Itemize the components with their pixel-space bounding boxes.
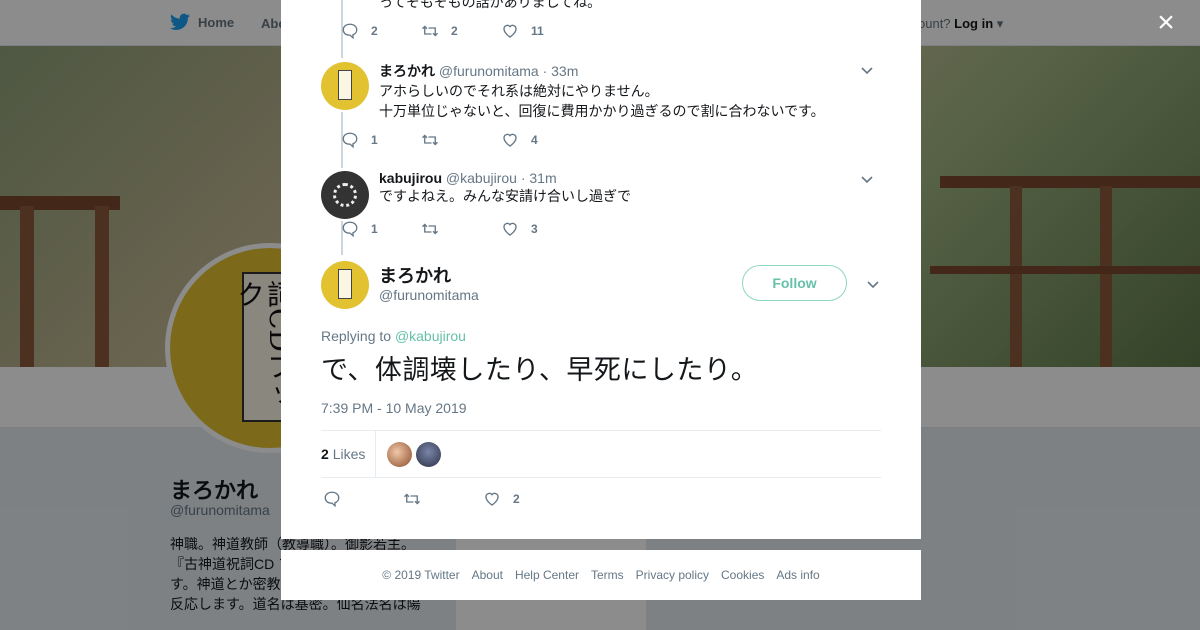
replying-to-handle[interactable]: @kabujirou: [395, 328, 466, 344]
close-icon[interactable]: ×: [1154, 8, 1178, 38]
tweet-text-line: アホらしいのでそれ系は絶対にやりません。: [379, 83, 659, 99]
reply-count: 2: [371, 24, 378, 38]
retweet-icon: [422, 25, 438, 37]
avatar[interactable]: [321, 62, 369, 110]
like-count: 2: [513, 492, 520, 506]
retweet-icon: [422, 134, 438, 146]
reply-button[interactable]: [323, 490, 403, 508]
like-count: 11: [531, 24, 544, 38]
reply-tweet[interactable]: kabujirou @kabujirou · 31m ですよねえ。みんな安請け合…: [321, 170, 881, 220]
retweet-count: 2: [451, 24, 458, 38]
chevron-down-icon[interactable]: [867, 278, 879, 290]
tweet-text-line: 十万単位じゃないと、回復に費用かかり過ぎるので割に合わないです。: [379, 103, 825, 119]
likes-stat-count: 2: [321, 446, 329, 462]
reply-button[interactable]: 1: [341, 220, 421, 238]
heart-icon: [503, 222, 517, 236]
divider: [375, 431, 376, 477]
retweet-button[interactable]: [421, 131, 501, 149]
tweet-actions: 1 4: [341, 131, 581, 149]
footer-link-privacy[interactable]: Privacy policy: [636, 568, 709, 582]
chevron-down-icon[interactable]: [861, 173, 873, 185]
reply-button[interactable]: 2: [341, 22, 421, 40]
retweet-button[interactable]: [421, 220, 501, 238]
reply-button[interactable]: 1: [341, 131, 421, 149]
tweet-timestamp[interactable]: 7:39 PM - 10 May 2019: [321, 400, 467, 416]
tweet-author-handle[interactable]: @furunomitama: [439, 63, 539, 79]
likes-stat-label: Likes: [332, 446, 366, 462]
reply-icon: [342, 23, 358, 40]
liker-avatar[interactable]: [387, 442, 412, 467]
tweet-author-name[interactable]: まろかれ: [379, 262, 451, 288]
main-tweet-text: で、体調壊したり、早死にしたり。: [321, 355, 759, 385]
like-count: 3: [531, 222, 538, 236]
footer: © 2019 Twitter About Help Center Terms P…: [281, 550, 921, 600]
reply-icon: [342, 132, 358, 149]
reply-icon: [324, 491, 340, 508]
replying-to: Replying to @kabujirou: [321, 328, 466, 344]
tweet-header: kabujirou @kabujirou · 31m: [379, 170, 879, 186]
tweet-modal: ってそもそもの話がありましてね。 2 2 11 まろかれ @furunomita…: [281, 0, 921, 539]
footer-link-cookies[interactable]: Cookies: [721, 568, 764, 582]
like-button[interactable]: 11: [501, 22, 581, 40]
tweet-author-handle[interactable]: @kabujirou: [446, 170, 517, 186]
retweet-icon: [404, 493, 420, 505]
tweet-author-name[interactable]: kabujirou: [379, 170, 442, 186]
liker-avatar[interactable]: [416, 442, 441, 467]
replying-to-label: Replying to: [321, 328, 392, 344]
avatar[interactable]: [321, 261, 369, 309]
like-button[interactable]: 4: [501, 131, 581, 149]
tweet-actions: 2 2 11: [341, 22, 581, 40]
retweet-button[interactable]: [403, 490, 483, 508]
retweet-icon: [422, 223, 438, 235]
tweet-author-name[interactable]: まろかれ: [379, 63, 435, 79]
footer-copyright: © 2019 Twitter: [382, 568, 460, 582]
heart-icon: [485, 492, 499, 506]
chevron-down-icon[interactable]: [861, 64, 873, 76]
avatar[interactable]: [321, 171, 369, 219]
reply-tweet[interactable]: まろかれ @furunomitama · 33m アホらしいのでそれ系は絶対にや…: [321, 61, 881, 131]
footer-link-help-center[interactable]: Help Center: [515, 568, 579, 582]
tweet-time[interactable]: · 31m: [521, 170, 557, 186]
like-button[interactable]: 2: [483, 490, 563, 508]
likes-stat[interactable]: 2 Likes: [321, 446, 365, 462]
reply-count: 1: [371, 222, 378, 236]
like-button[interactable]: 3: [501, 220, 581, 238]
tweet-author-handle[interactable]: @furunomitama: [379, 287, 479, 303]
reply-count: 1: [371, 133, 378, 147]
tweet-actions: 1 3: [341, 220, 581, 238]
heart-icon: [503, 24, 517, 38]
footer-link-ads-info[interactable]: Ads info: [776, 568, 819, 582]
heart-icon: [503, 133, 517, 147]
retweet-button[interactable]: 2: [421, 22, 501, 40]
follow-button[interactable]: Follow: [742, 265, 847, 301]
footer-link-about[interactable]: About: [472, 568, 503, 582]
tweet-header: まろかれ @furunomitama · 33m: [379, 61, 879, 81]
tweet-text-line: ですよねえ。みんな安請け合いし過ぎで: [379, 188, 631, 204]
tweet-time[interactable]: · 33m: [543, 63, 579, 79]
main-tweet-actions: 2: [323, 490, 563, 508]
footer-link-terms[interactable]: Terms: [591, 568, 624, 582]
tweet-text: ってそもそもの話がありましてね。: [379, 0, 602, 10]
tweet-stats: 2 Likes: [321, 430, 881, 478]
like-count: 4: [531, 133, 538, 147]
reply-icon: [342, 221, 358, 238]
